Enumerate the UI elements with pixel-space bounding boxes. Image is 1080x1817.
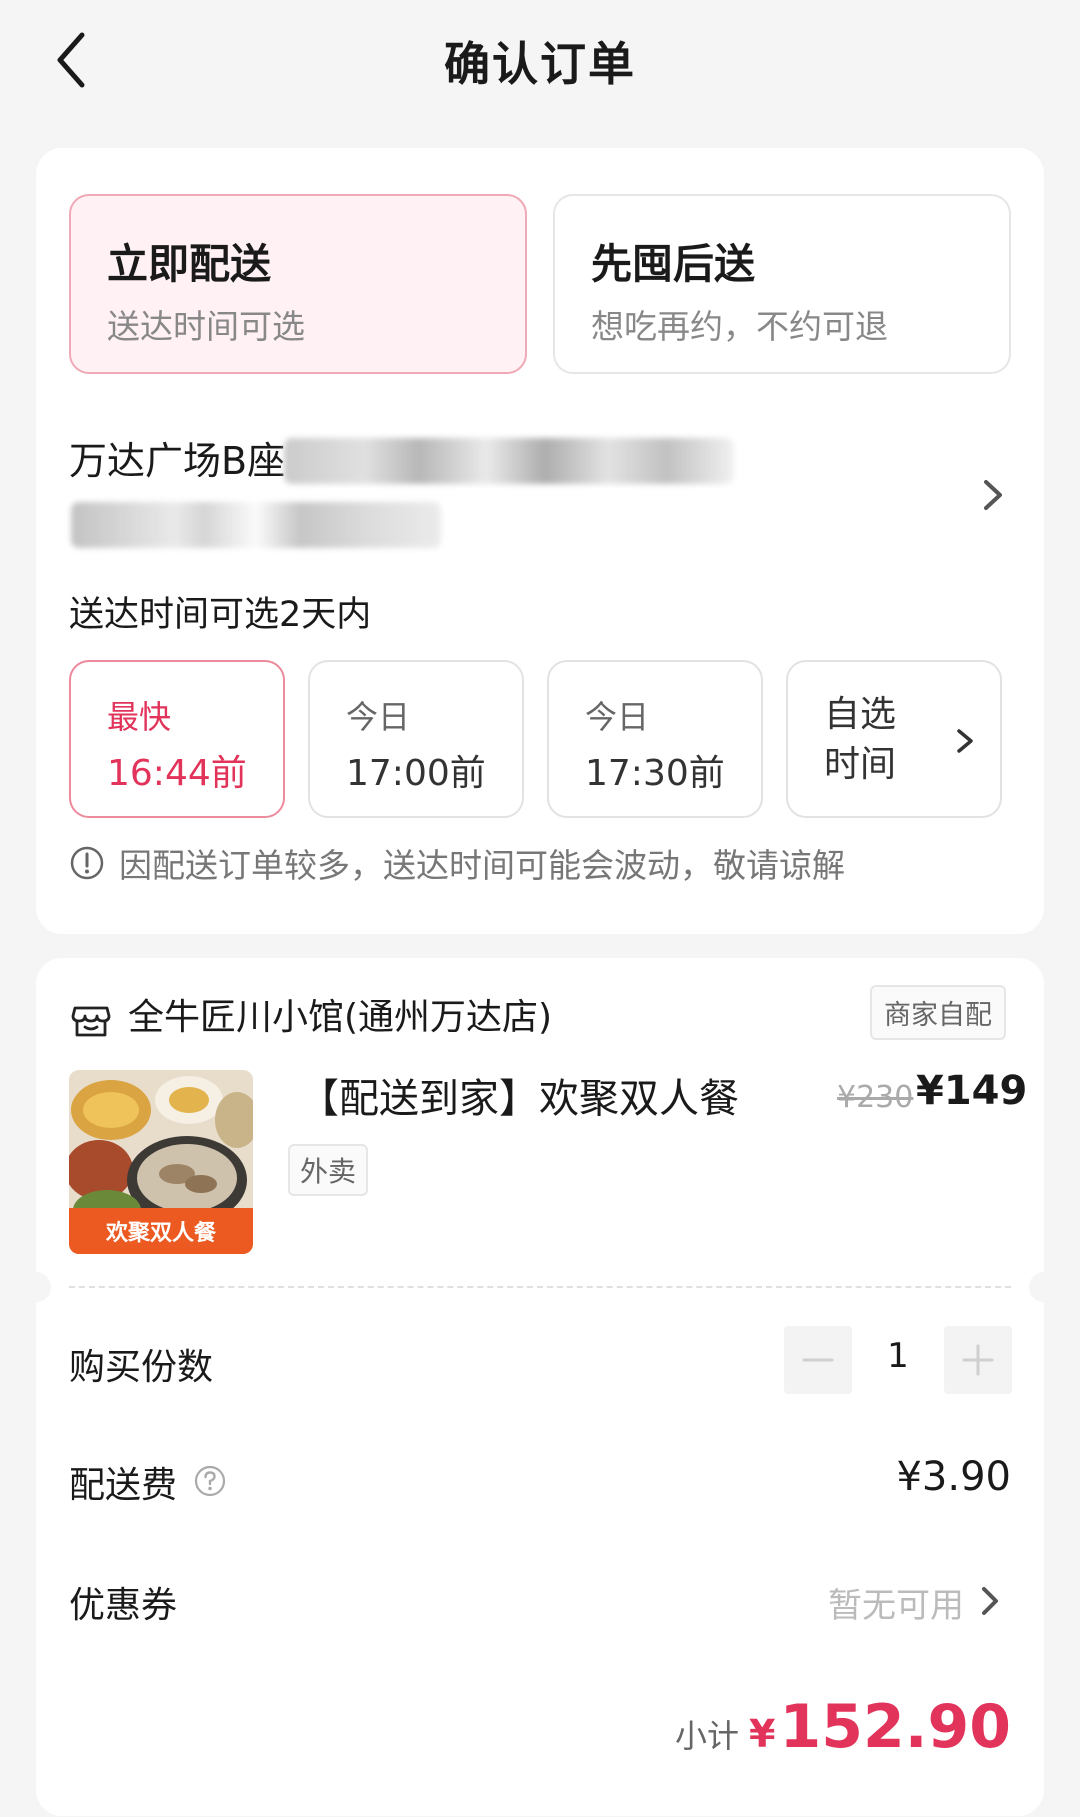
delivery-card: 立即配送 送达时间可选 先囤后送 想吃再约，不约可退 万达广场B座 送达时间可选… xyxy=(36,148,1044,934)
slot-label: 今日 xyxy=(585,698,650,736)
address-line: 万达广场B座 xyxy=(69,439,286,483)
decrease-button[interactable] xyxy=(784,1326,852,1394)
subtotal-currency: ¥ xyxy=(749,1712,776,1756)
time-slot-custom[interactable]: 自选时间 xyxy=(786,660,1002,818)
ticket-notch xyxy=(1029,1272,1059,1302)
chevron-right-icon xyxy=(957,729,973,753)
address-selector[interactable]: 万达广场B座 xyxy=(69,430,949,570)
mode-title: 先囤后送 xyxy=(591,240,755,288)
product-title: 【配送到家】欢聚双人餐 xyxy=(299,1076,739,1122)
delivery-time-title: 送达时间可选2天内 xyxy=(69,595,372,635)
confirm-order-page: 确认订单 立即配送 送达时间可选 先囤后送 想吃再约，不约可退 万达广场B座 送… xyxy=(0,0,1080,1817)
current-price: ¥149 xyxy=(916,1068,1028,1114)
mode-title: 立即配送 xyxy=(107,240,271,288)
time-slot-1700[interactable]: 今日 17:00前 xyxy=(308,660,524,818)
takeout-tag: 外卖 xyxy=(288,1144,369,1196)
dashed-divider xyxy=(69,1286,1011,1288)
original-price: ¥230 xyxy=(837,1080,914,1115)
subtotal-value: 152.90 xyxy=(779,1692,1011,1762)
time-slot-fastest[interactable]: 最快 16:44前 xyxy=(69,660,285,818)
address-redacted xyxy=(284,438,734,484)
store-icon xyxy=(71,1006,111,1037)
header: 确认订单 xyxy=(0,0,1080,130)
slot-time: 17:30前 xyxy=(585,753,725,794)
subtotal-label: 小计 xyxy=(674,1717,739,1755)
subtotal: 小计 ¥ 152.90 xyxy=(675,1692,1011,1762)
slot-time: 17:00前 xyxy=(346,753,486,794)
mode-immediate-delivery[interactable]: 立即配送 送达时间可选 xyxy=(69,194,527,374)
mode-subtitle: 想吃再约，不约可退 xyxy=(591,307,888,346)
delivery-fee-label: 配送费 xyxy=(69,1465,178,1506)
delivery-notice: 因配送订单较多，送达时间可能会波动，敬请谅解 xyxy=(69,838,845,888)
slot-label: 最快 xyxy=(107,698,172,736)
coupon-value[interactable]: 暂无可用 xyxy=(828,1578,964,1627)
coupon-label[interactable]: 优惠券 xyxy=(69,1576,177,1628)
merchant-delivery-badge: 商家自配 xyxy=(870,985,1006,1040)
store-name[interactable]: 全牛匠川小馆(通州万达店) xyxy=(128,988,552,1040)
ticket-notch xyxy=(21,1272,51,1302)
mode-subtitle: 送达时间可选 xyxy=(107,307,305,346)
page-title: 确认订单 xyxy=(444,37,636,91)
quantity-stepper: 1 xyxy=(784,1326,1012,1394)
slot-label: 今日 xyxy=(346,698,411,736)
order-card: 全牛匠川小馆(通州万达店) 商家自配 欢聚双人餐 【配送到家】欢聚双人餐 外卖 … xyxy=(21,958,1059,1816)
minus-icon xyxy=(802,1358,834,1362)
chevron-right-icon[interactable] xyxy=(976,1578,1004,1624)
slot-custom-label: 自选时间 xyxy=(824,694,897,785)
address-detail-redacted xyxy=(71,502,441,548)
chevron-right-icon[interactable] xyxy=(976,470,1010,520)
help-icon[interactable] xyxy=(193,1464,227,1498)
notice-text: 因配送订单较多，送达时间可能会波动，敬请谅解 xyxy=(119,846,845,885)
increase-button[interactable] xyxy=(944,1326,1012,1394)
product-image[interactable]: 欢聚双人餐 xyxy=(69,1070,253,1254)
delivery-fee-value: ¥3.90 xyxy=(896,1454,1011,1500)
mode-stock-later[interactable]: 先囤后送 想吃再约，不约可退 xyxy=(553,194,1011,374)
quantity-label: 购买份数 xyxy=(69,1347,214,1388)
slot-time: 16:44前 xyxy=(107,753,247,794)
time-slot-1730[interactable]: 今日 17:30前 xyxy=(547,660,763,818)
plus-icon xyxy=(962,1344,994,1376)
product-image-caption: 欢聚双人餐 xyxy=(105,1220,217,1246)
quantity-value[interactable]: 1 xyxy=(852,1336,944,1376)
info-icon xyxy=(70,846,104,880)
